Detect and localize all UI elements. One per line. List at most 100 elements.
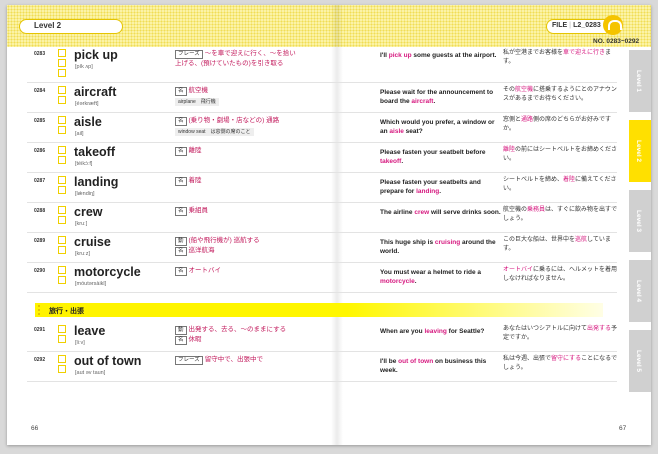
example-text: some guests at the airport. bbox=[411, 52, 497, 59]
checkbox-1[interactable] bbox=[58, 86, 66, 94]
checkbox-2[interactable] bbox=[58, 126, 66, 134]
pos-tag: 動 bbox=[175, 237, 187, 246]
checkbox-2[interactable] bbox=[58, 365, 66, 373]
pronunciation: [kruː] bbox=[75, 221, 88, 227]
pos-tag: 名 bbox=[175, 267, 187, 276]
pos-tag: 名 bbox=[175, 87, 187, 96]
example-sentence: I'll pick up some guests at the airport. bbox=[380, 51, 502, 60]
example-sentence: I'll be out of town on business this wee… bbox=[380, 357, 502, 375]
section-title: 旅行・出張 bbox=[49, 308, 84, 315]
entry-row: 0289 cruise [kruːz] 動 (船や飛行機が) 巡航する名巡洋航海 … bbox=[27, 234, 617, 263]
pronunciation: [téikɔ̀ːf] bbox=[75, 161, 93, 167]
pos-tag: 名 bbox=[175, 247, 187, 256]
pronunciation: [liːv] bbox=[75, 340, 85, 346]
example-highlight: out of town bbox=[398, 358, 434, 365]
example-text: I'll be bbox=[380, 358, 399, 365]
translation-text: 私は今週、出張で bbox=[503, 356, 552, 362]
definition-text: 休暇 bbox=[188, 336, 202, 343]
checkbox-2[interactable] bbox=[58, 59, 66, 67]
pronunciation: [aut əv taun] bbox=[75, 370, 106, 376]
translation-text: 航空機の bbox=[503, 207, 528, 213]
definition: 名航空機 airplane 飛行機 bbox=[175, 86, 297, 106]
example-highlight: aisle bbox=[389, 128, 404, 135]
example-text: seat? bbox=[403, 128, 423, 135]
translation-highlight: 留守にする bbox=[551, 356, 582, 362]
definition-text: 航空機 bbox=[188, 87, 209, 94]
example-highlight: crew bbox=[414, 209, 430, 216]
translation: 私が空港までお客様を車で迎えに行きます。 bbox=[503, 49, 619, 67]
checkbox-2[interactable] bbox=[58, 96, 66, 104]
translation-text: 私が空港までお客様を bbox=[503, 50, 564, 56]
checkbox-1[interactable] bbox=[58, 325, 66, 333]
entry-number: 0288 bbox=[34, 208, 46, 214]
example-text: The airline bbox=[380, 209, 415, 216]
checkbox-1[interactable] bbox=[58, 355, 66, 363]
tab-label: Level 1 bbox=[635, 70, 642, 93]
headphones-icon[interactable] bbox=[603, 15, 623, 35]
translation: 窓側と通路側の席のどちらがお好みですか。 bbox=[503, 116, 619, 134]
headword: takeoff bbox=[74, 145, 115, 159]
checkbox-2[interactable] bbox=[58, 276, 66, 284]
entry-row: 0286 takeoff [téikɔ̀ːf] 名離陸 Please faste… bbox=[27, 144, 617, 173]
entry-number: 0285 bbox=[34, 118, 46, 124]
checkbox-1[interactable] bbox=[58, 146, 66, 154]
checkbox-2[interactable] bbox=[58, 246, 66, 254]
entry-row: 0285 aisle [ail] 名 (乗り物・劇場・店などの) 通路 window… bbox=[27, 114, 617, 143]
checkbox-1[interactable] bbox=[58, 266, 66, 274]
entry-number: 0286 bbox=[34, 148, 46, 154]
definition: 名着陸 bbox=[175, 176, 297, 186]
checkbox-2[interactable] bbox=[58, 186, 66, 194]
translation-highlight: 離陸 bbox=[503, 147, 516, 153]
file-code: L2_0283 bbox=[573, 22, 601, 29]
example-sentence: Which would you prefer, a window or an a… bbox=[380, 118, 502, 136]
pos-tag: フレーズ bbox=[175, 356, 203, 365]
tab-level-4[interactable]: Level 4 bbox=[629, 260, 651, 322]
translation-text: あなたはいつシアトルに向けて bbox=[503, 326, 588, 332]
tab-level-1[interactable]: Level 1 bbox=[629, 50, 651, 112]
checkbox-1[interactable] bbox=[58, 49, 66, 57]
example-highlight: cruising bbox=[434, 239, 461, 246]
checkbox-3[interactable] bbox=[58, 69, 66, 77]
example-text: Please fasten your seatbelt before bbox=[380, 149, 486, 156]
checkbox-1[interactable] bbox=[58, 176, 66, 184]
example-highlight: takeoff bbox=[380, 158, 402, 165]
pos-tag: 名 bbox=[175, 336, 187, 345]
translation-highlight: オートバイ bbox=[503, 267, 534, 273]
entry-row: 0290 motorcycle [móutərsàikl] 名オートバイ You… bbox=[27, 264, 617, 293]
example-text: I'll bbox=[380, 52, 389, 59]
definition: 名離陸 bbox=[175, 146, 297, 156]
usage-note: airplane 飛行機 bbox=[175, 98, 219, 106]
pos-tag: 名 bbox=[175, 207, 187, 216]
entry-range: NO. 0283~0292 bbox=[593, 38, 640, 45]
example-text: You must wear a helmet to ride a bbox=[380, 269, 482, 276]
headword: out of town bbox=[74, 354, 142, 368]
translation: 私は今週、出張で留守にすることになるでしょう。 bbox=[503, 355, 619, 373]
checkbox-2[interactable] bbox=[58, 216, 66, 224]
example-highlight: motorcycle bbox=[380, 278, 415, 285]
tab-level-2[interactable]: Level 2 bbox=[629, 120, 651, 182]
translation-text: その bbox=[503, 87, 516, 93]
checkbox-1[interactable] bbox=[58, 116, 66, 124]
example-text: . bbox=[439, 188, 442, 195]
checkbox-2[interactable] bbox=[58, 156, 66, 164]
example-sentence: Please wait for the announcement to boar… bbox=[380, 88, 502, 106]
entry-row: 0291 leave [liːv] 動出発する、去る、～のままにする名休暇 Wh… bbox=[27, 323, 617, 352]
definition-text: (船や飛行機が) 巡航する bbox=[188, 237, 260, 244]
tab-level-3[interactable]: Level 3 bbox=[629, 190, 651, 252]
entry-number: 0290 bbox=[34, 268, 46, 274]
definition-text: 出発する、去る、～のままにする bbox=[188, 326, 287, 333]
checkbox-1[interactable] bbox=[58, 236, 66, 244]
definition: 名オートバイ bbox=[175, 266, 297, 276]
translation-text: シートベルトを締め、 bbox=[503, 177, 564, 183]
headword: motorcycle bbox=[74, 265, 141, 279]
checkbox-2[interactable] bbox=[58, 335, 66, 343]
entry-number: 0289 bbox=[34, 238, 46, 244]
translation-highlight: 通路 bbox=[521, 117, 534, 123]
tab-level-5[interactable]: Level 5 bbox=[629, 330, 651, 392]
file-pill: FILE | L2_0283 bbox=[546, 19, 612, 34]
pos-tag: 名 bbox=[175, 147, 187, 156]
example-text: . bbox=[433, 98, 436, 105]
checkbox-1[interactable] bbox=[58, 206, 66, 214]
translation-highlight: 車で迎えに行き bbox=[563, 50, 606, 56]
entry-number: 0287 bbox=[34, 178, 46, 184]
